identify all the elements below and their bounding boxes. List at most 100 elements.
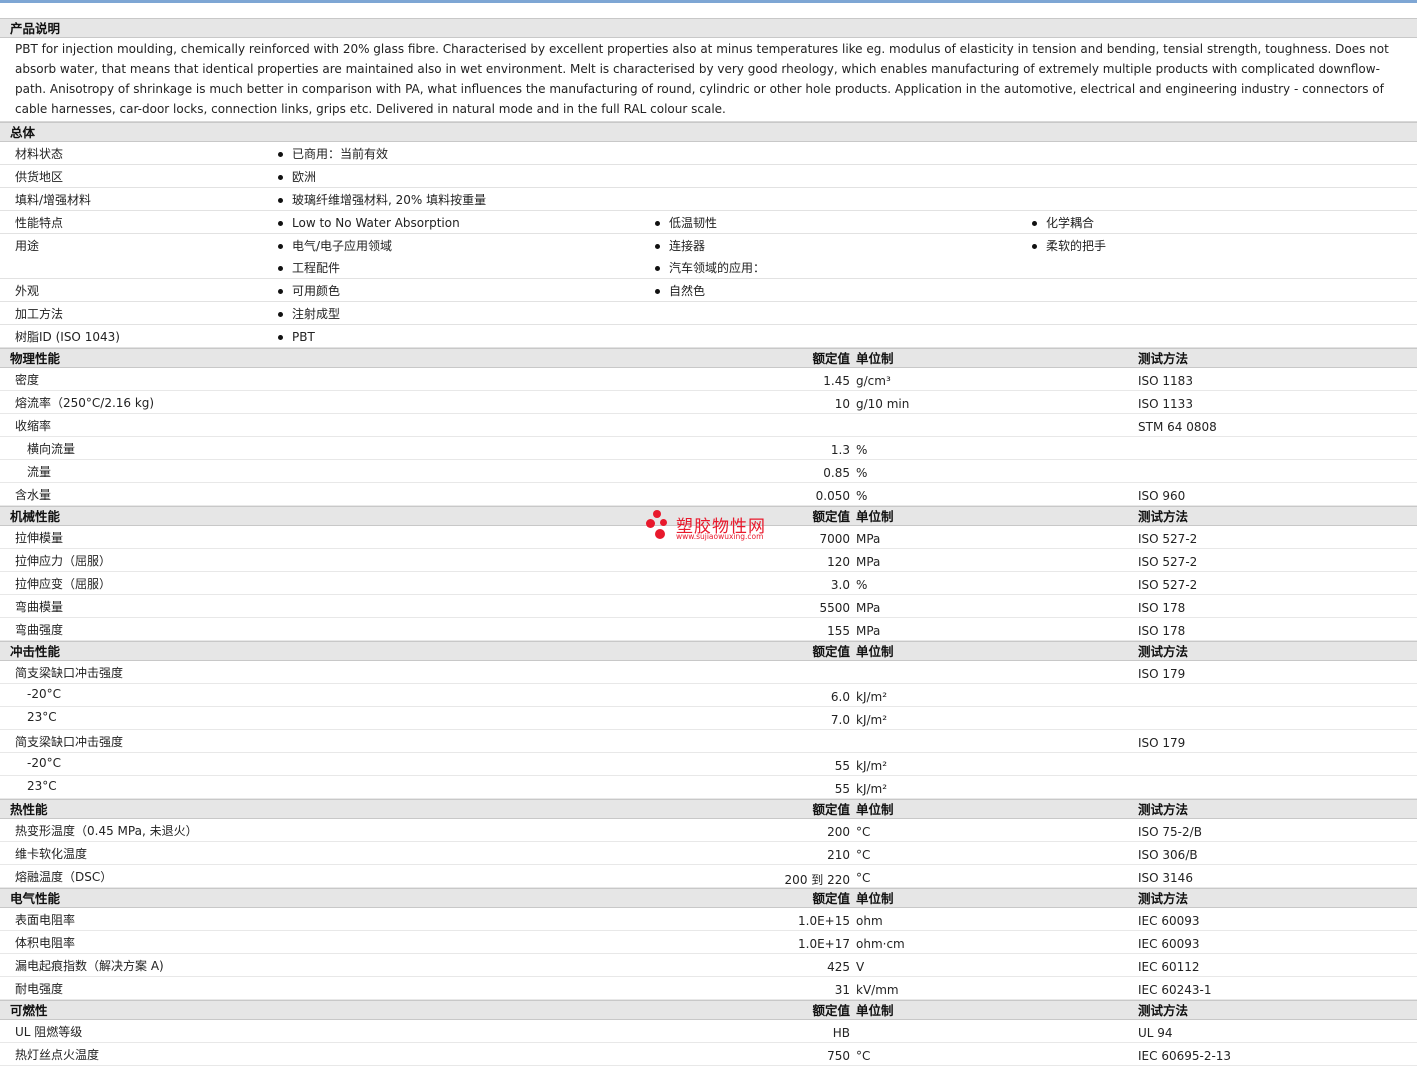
property-row: 拉伸应变（屈服） 3.0% ISO 527-2: [0, 572, 1417, 595]
property-value: 1.45: [823, 374, 850, 388]
section-title: 热性能: [10, 802, 48, 817]
general-row-label: 外观: [15, 284, 40, 298]
property-row: 体积电阻率 1.0E+17 ohm·cm IEC 60093: [0, 931, 1417, 954]
general-row-label: 树脂ID (ISO 1043): [15, 330, 120, 344]
section-title: 总体: [10, 125, 36, 140]
property-row: 熔流率（250°C/2.16 kg) 10 g/10 min ISO 1133: [0, 391, 1417, 414]
property-unit: °C: [856, 871, 871, 885]
section-title: 机械性能: [10, 509, 61, 524]
header-value: 额定值: [812, 802, 850, 817]
general-row-label: 供货地区: [15, 170, 64, 184]
property-row: 维卡软化温度 210 °C ISO 306/B: [0, 842, 1417, 865]
header-method: 测试方法: [1138, 1003, 1189, 1018]
property-method: ISO 306/B: [1138, 848, 1198, 862]
property-value: 750: [827, 1049, 850, 1063]
property-row: 含水量 0.050% ISO 960: [0, 483, 1417, 506]
property-value: 3.0: [830, 578, 850, 592]
header-method: 测试方法: [1138, 644, 1189, 659]
property-label: 热灯丝点火温度: [15, 1048, 100, 1062]
header-unit: 单位制: [856, 509, 894, 524]
header-method: 测试方法: [1138, 802, 1189, 817]
property-value: 10: [834, 397, 850, 411]
property-label: 拉伸应变（屈服）: [15, 577, 112, 591]
general-row-values: PBT: [278, 325, 1417, 347]
property-row: UL 阻燃等级 HB UL 94: [0, 1020, 1417, 1043]
property-unit: °C: [856, 825, 871, 839]
bullet-item: PBT: [278, 327, 655, 347]
property-row: 流量 0.85%: [0, 460, 1417, 483]
property-value: 425: [827, 960, 850, 974]
property-row: 23°C 7.0 kJ/m²: [0, 707, 1417, 730]
property-label: 23°C: [27, 779, 57, 793]
general-row-label: 用途: [15, 239, 40, 253]
header-value: 额定值: [812, 1003, 850, 1018]
property-row: 表面电阻率 1.0E+15 ohm IEC 60093: [0, 908, 1417, 931]
top-spacer: [0, 3, 1417, 18]
header-value: 额定值: [812, 644, 850, 659]
property-value: 1.0E+15: [798, 914, 850, 928]
property-value: 0.85: [823, 466, 850, 480]
property-unit: ohm: [856, 914, 883, 928]
property-row: 漏电起痕指数（解决方案 A) 425 V IEC 60112: [0, 954, 1417, 977]
property-value: 200: [827, 825, 850, 839]
bullet-item: 可用颜色: [278, 281, 655, 301]
header-value: 额定值: [812, 509, 850, 524]
general-row: 填料/增强材料 玻璃纤维增强材料, 20% 填料按重量: [0, 188, 1417, 211]
property-value: 120: [827, 555, 850, 569]
general-row-values: 玻璃纤维增强材料, 20% 填料按重量: [278, 188, 1417, 210]
property-value: 55: [834, 782, 850, 796]
property-unit: kV/mm: [856, 983, 899, 997]
property-row: 耐电强度 31 kV/mm IEC 60243-1: [0, 977, 1417, 1000]
property-label: 流量: [27, 465, 52, 479]
property-label: 弯曲强度: [15, 623, 64, 637]
property-unit: kJ/m²: [856, 690, 888, 704]
property-label: 拉伸应力（屈服）: [15, 554, 112, 568]
bullet-item: 连接器: [655, 236, 1032, 256]
property-label: 23°C: [27, 710, 57, 724]
general-table: 材料状态 已商用：当前有效 供货地区 欧洲 填料/增强材料 玻璃纤维增强材料, 20% 填…: [0, 142, 1417, 348]
property-method: ISO 179: [1138, 736, 1186, 750]
property-row: 弯曲强度 155 MPa ISO 178: [0, 618, 1417, 641]
header-unit: 单位制: [856, 802, 894, 817]
section-header: 可燃性 额定值 单位制 测试方法: [0, 1000, 1417, 1020]
property-value: 1.3: [830, 443, 850, 457]
watermark-logo-icon: [646, 510, 672, 542]
property-label: 收缩率: [15, 419, 52, 433]
property-label: 含水量: [15, 488, 52, 502]
general-row: 外观 可用颜色 自然色: [0, 279, 1417, 302]
property-label: -20°C: [27, 687, 61, 701]
bullet-item: 玻璃纤维增强材料, 20% 填料按重量: [278, 190, 655, 210]
property-unit: kJ/m²: [856, 759, 888, 773]
property-value: 0.050: [815, 489, 850, 503]
property-method: ISO 178: [1138, 624, 1186, 638]
property-label: 漏电起痕指数（解决方案 A): [15, 959, 164, 973]
property-value: 31: [834, 983, 850, 997]
property-label: 简支梁缺口冲击强度: [15, 735, 124, 749]
property-method: UL 94: [1138, 1026, 1173, 1040]
header-value: 额定值: [812, 891, 850, 906]
property-label: 密度: [15, 373, 40, 387]
property-method: IEC 60243-1: [1138, 983, 1212, 997]
property-unit: %: [856, 466, 868, 480]
general-row: 性能特点 Low to No Water Absorption 低温韧性 化学耦合: [0, 211, 1417, 234]
property-row: 简支梁缺口冲击强度 ISO 179: [0, 661, 1417, 684]
section-title: 产品说明: [10, 21, 61, 36]
property-label: 弯曲模量: [15, 600, 64, 614]
property-unit: MPa: [856, 601, 881, 615]
property-label: 维卡软化温度: [15, 847, 88, 861]
property-unit: g/10 min: [856, 397, 910, 411]
general-row-label: 材料状态: [15, 147, 64, 161]
header-unit: 单位制: [856, 351, 894, 366]
general-row: 供货地区 欧洲: [0, 165, 1417, 188]
property-label: 体积电阻率: [15, 936, 76, 950]
property-label: 熔流率（250°C/2.16 kg): [15, 396, 155, 410]
property-unit: MPa: [856, 555, 881, 569]
property-row: 热变形温度（0.45 MPa, 未退火） 200 °C ISO 75-2/B: [0, 819, 1417, 842]
property-unit: g/cm³: [856, 374, 891, 388]
property-value: 6.0: [830, 690, 850, 704]
property-label: 横向流量: [27, 442, 76, 456]
general-row-values: 电气/电子应用领域 连接器 柔软的把手 工程配件 汽车领域的应用：: [278, 234, 1417, 278]
property-value: 7000: [819, 532, 850, 546]
bullet-item: 低温韧性: [655, 213, 1032, 233]
property-unit: kJ/m²: [856, 782, 888, 796]
